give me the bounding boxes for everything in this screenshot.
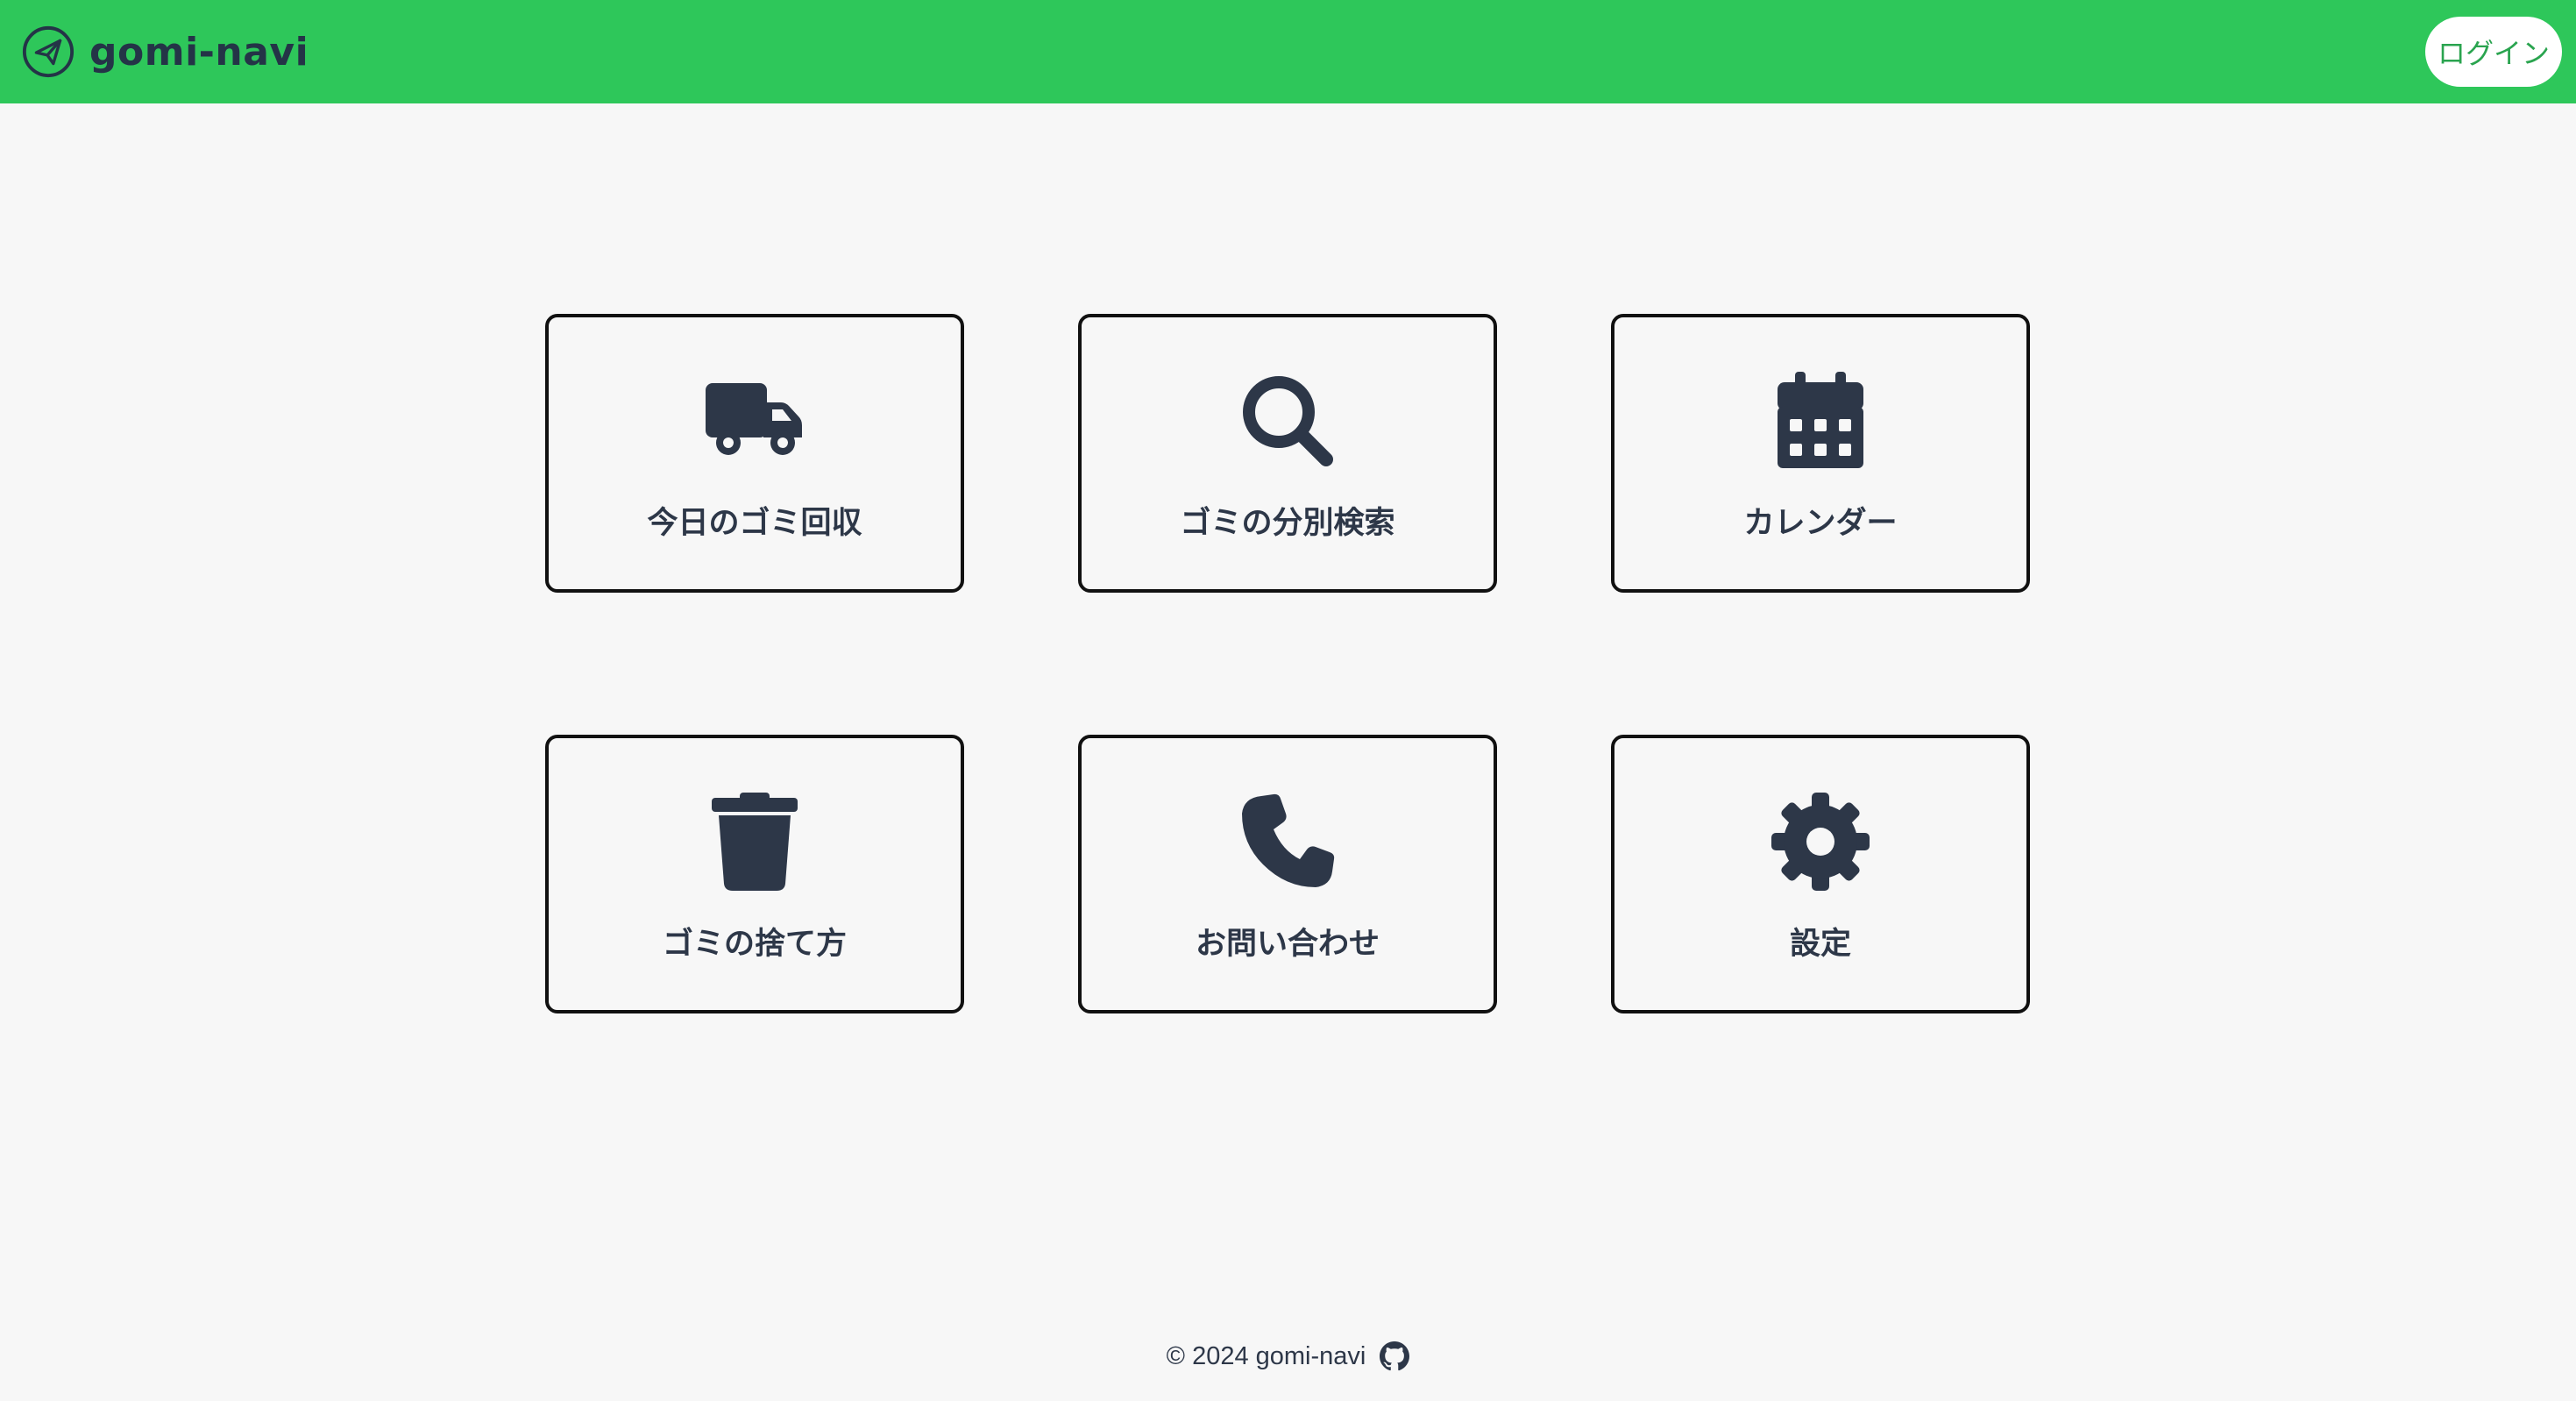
menu-card-label: 設定 (1789, 927, 1851, 962)
footer: © 2024 gomi-navi (0, 1334, 2576, 1378)
menu-card-calendar[interactable]: カレンダー (1611, 314, 2030, 593)
menu-grid: 今日のゴミ回収 ゴミの分別検索 カレンダー ゴミの捨て方 お問い合わせ 設定 (0, 0, 2576, 1401)
gear-icon (1768, 789, 1873, 894)
calendar-icon (1768, 368, 1873, 473)
menu-card-label: お問い合わせ (1195, 927, 1380, 962)
menu-card-today-collection[interactable]: 今日のゴミ回収 (545, 314, 964, 593)
menu-card-label: 今日のゴミ回収 (647, 506, 862, 541)
phone-icon (1235, 789, 1340, 894)
footer-copyright: © 2024 gomi-navi (1166, 1341, 1366, 1370)
magnifying-glass-icon (1235, 368, 1340, 473)
menu-card-label: ゴミの分別検索 (1180, 506, 1395, 541)
menu-card-disposal-guide[interactable]: ゴミの捨て方 (545, 735, 964, 1013)
menu-card-contact[interactable]: お問い合わせ (1078, 735, 1497, 1013)
github-icon[interactable] (1380, 1341, 1410, 1371)
menu-card-sorting-search[interactable]: ゴミの分別検索 (1078, 314, 1497, 593)
menu-card-settings[interactable]: 設定 (1611, 735, 2030, 1013)
truck-icon (702, 368, 807, 473)
menu-card-label: カレンダー (1743, 506, 1898, 541)
trash-can-icon (702, 789, 807, 894)
menu-card-label: ゴミの捨て方 (662, 927, 847, 962)
